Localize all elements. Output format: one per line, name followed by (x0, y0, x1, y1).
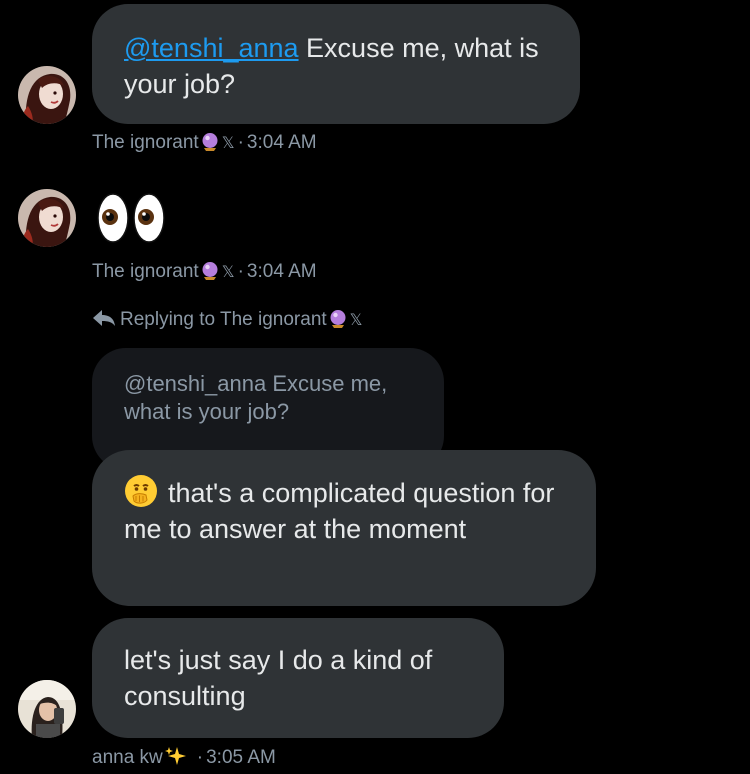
x-logo-icon: 𝕏 (349, 312, 363, 329)
replying-to-indicator[interactable]: Replying to The ignorant 𝕏 (92, 308, 363, 333)
message-text-3: that's a complicated question for me to … (124, 478, 555, 544)
crystal-ball-icon (200, 261, 220, 281)
x-logo-icon: 𝕏 (221, 135, 235, 152)
message-meta-1: The ignorant 𝕏 · 3:04 AM (92, 131, 317, 156)
message-bubble-4[interactable]: let's just say I do a kind of consulting (92, 618, 504, 738)
quoted-message-text: @tenshi_anna Excuse me, what is your job… (124, 371, 388, 424)
x-logo-icon: 𝕏 (221, 264, 235, 281)
crystal-ball-icon (200, 132, 220, 152)
face-with-hand-over-mouth-emoji (124, 474, 158, 508)
crystal-ball-icon (328, 309, 348, 329)
avatar-the-ignorant[interactable] (18, 189, 76, 247)
sender-name: anna kw (92, 747, 163, 768)
message-bubble-1[interactable]: @tenshi_anna Excuse me, what is your job… (92, 4, 580, 124)
sparkles-icon (164, 745, 187, 767)
message-meta-2: The ignorant 𝕏 · 3:04 AM (92, 260, 317, 285)
avatar-anna-kw[interactable] (18, 680, 76, 738)
message-bubble-3[interactable]: that's a complicated question for me to … (92, 450, 596, 606)
message-text-4: let's just say I do a kind of consulting (124, 645, 433, 711)
timestamp: 3:05 AM (206, 747, 276, 768)
timestamp: 3:04 AM (246, 132, 317, 153)
timestamp: 3:04 AM (246, 261, 317, 282)
replying-to-label: Replying to The ignorant (120, 309, 327, 330)
reply-arrow-icon (92, 309, 116, 327)
sender-name: The ignorant (92, 261, 199, 282)
message-meta-4: anna kw · 3:05 AM (92, 745, 276, 768)
sender-name: The ignorant (92, 132, 199, 153)
mention-link[interactable]: @tenshi_anna (124, 33, 299, 63)
avatar-the-ignorant[interactable] (18, 66, 76, 124)
eyes-emoji (96, 190, 166, 246)
